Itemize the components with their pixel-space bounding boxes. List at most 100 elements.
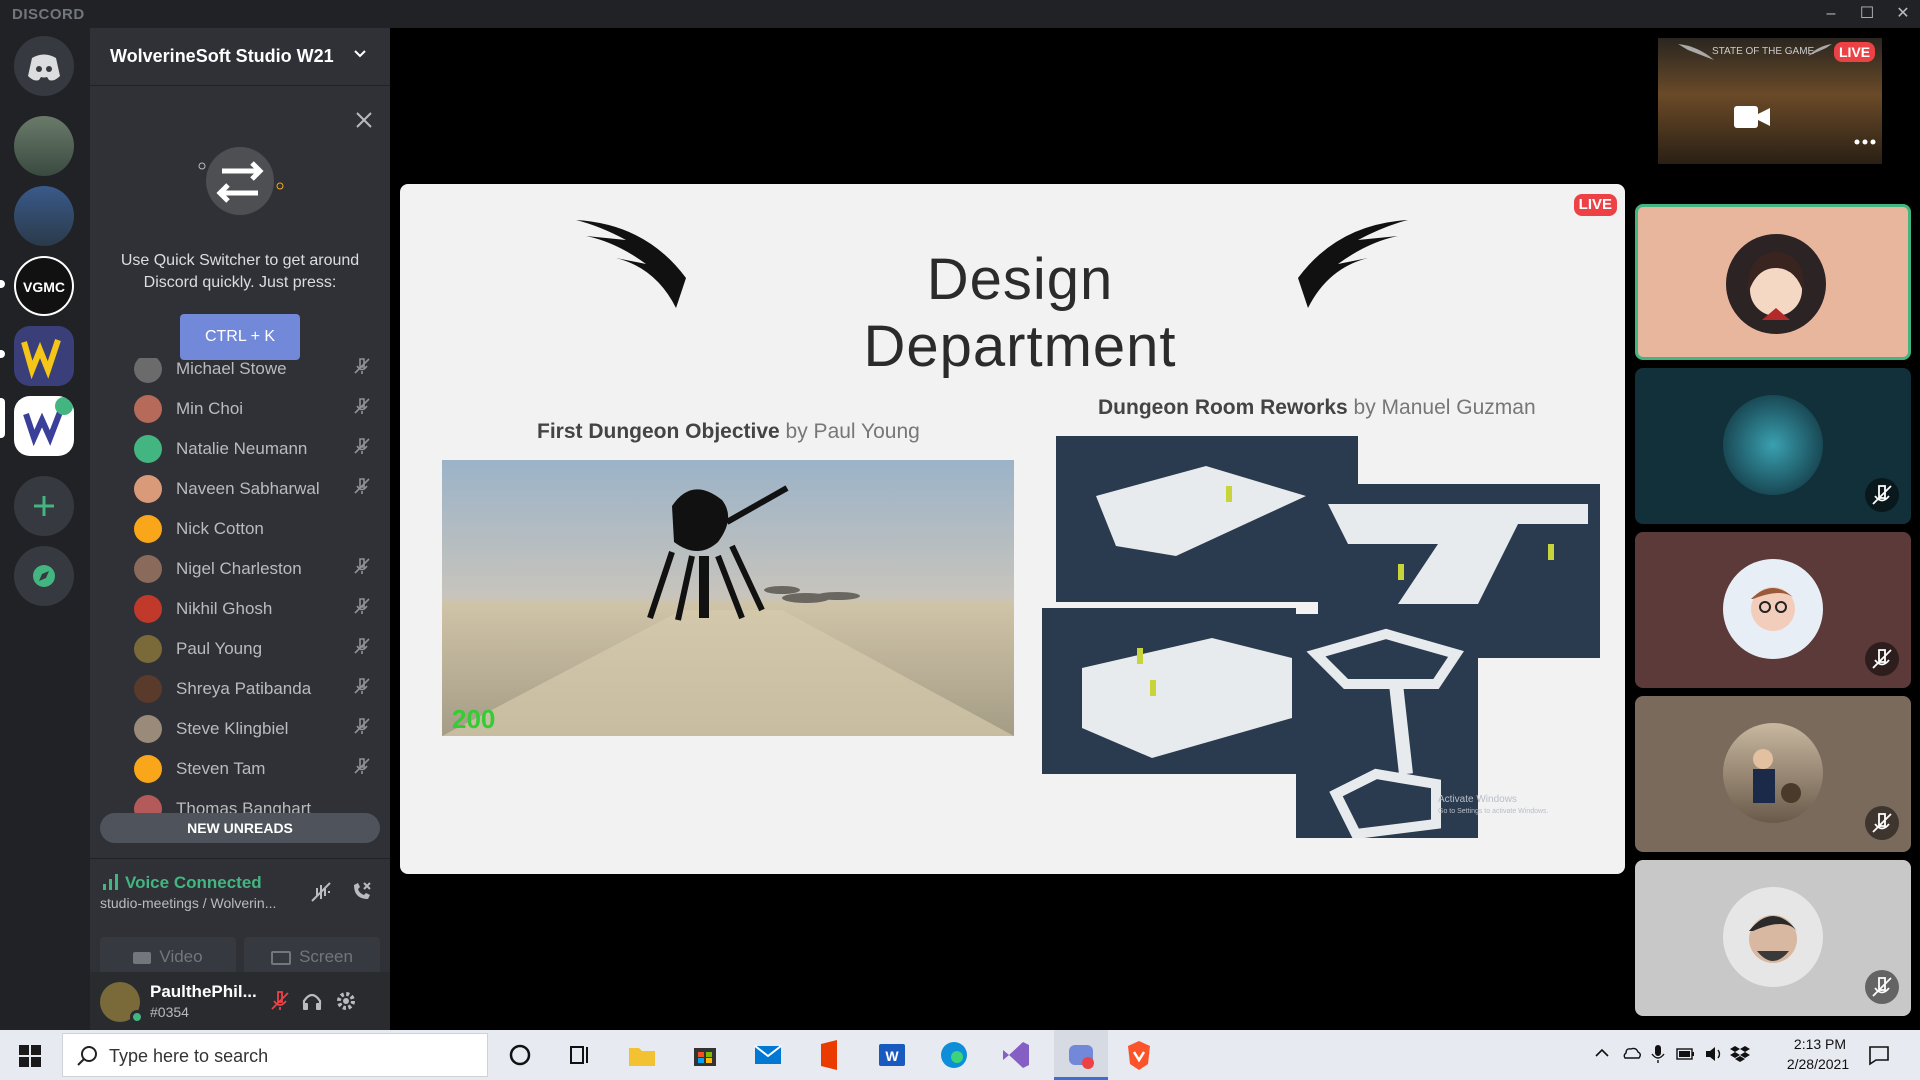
discord-taskbar-button[interactable]: [1054, 1030, 1108, 1080]
minimize-button[interactable]: –: [1816, 2, 1846, 26]
state-of-the-game-stream[interactable]: STATE OF THE GAME LIVE: [1658, 38, 1882, 164]
member-name: Nick Cotton: [176, 519, 264, 538]
wing-right-icon: [1298, 220, 1408, 308]
add-server-button[interactable]: [14, 476, 74, 536]
list-item[interactable]: Nigel Charleston: [134, 548, 374, 588]
participant-tile[interactable]: [1635, 368, 1911, 524]
list-item[interactable]: Paul Young: [134, 628, 374, 668]
server-icon-2[interactable]: [14, 186, 74, 246]
visual-studio-icon[interactable]: [997, 1036, 1035, 1074]
live-badge-small: LIVE: [1834, 42, 1876, 62]
file-explorer-icon[interactable]: [623, 1036, 661, 1074]
onedrive-icon[interactable]: [1622, 1045, 1642, 1061]
microphone-icon[interactable]: [1650, 1044, 1666, 1064]
dropbox-icon[interactable]: [1730, 1044, 1750, 1064]
wing-left-small-icon: [1678, 44, 1714, 60]
user-panel: PaulthePhil... #0354: [90, 972, 390, 1030]
ws-logo-icon: [21, 339, 61, 380]
watermark-line-2: Go to Settings to activate Windows.: [1438, 808, 1549, 815]
disconnect-icon[interactable]: [348, 879, 374, 905]
video-button[interactable]: Video: [100, 937, 236, 977]
game-scene-icon: [442, 485, 1014, 736]
member-name: Natalie Neumann: [176, 439, 308, 458]
gear-icon[interactable]: [334, 989, 358, 1013]
online-status-icon: [130, 1010, 144, 1024]
avatar: [1723, 395, 1823, 495]
participant-tile[interactable]: [1635, 860, 1911, 1016]
windows-start-icon[interactable]: [18, 1044, 42, 1068]
brave-icon[interactable]: [1120, 1036, 1158, 1074]
score-counter: 200: [452, 704, 496, 734]
screen-share-button[interactable]: Screen: [244, 937, 380, 977]
more-options-icon[interactable]: [1854, 138, 1876, 146]
avatar: [134, 755, 162, 783]
cortana-icon[interactable]: [501, 1036, 539, 1074]
edge-icon[interactable]: [935, 1036, 973, 1074]
word-icon[interactable]: W: [873, 1036, 911, 1074]
notifications-icon[interactable]: [1868, 1044, 1890, 1066]
home-button[interactable]: [14, 36, 74, 96]
server-header[interactable]: WolverineSoft Studio W21: [90, 28, 390, 86]
username[interactable]: PaulthePhil...: [150, 982, 257, 1002]
list-item[interactable]: Steven Tam: [134, 748, 374, 788]
server-icon-wolverinesoft[interactable]: [14, 326, 74, 386]
close-button[interactable]: ✕: [1888, 2, 1918, 26]
member-name: Steve Klingbiel: [176, 719, 289, 738]
store-icon[interactable]: [686, 1036, 724, 1074]
voice-channel-name[interactable]: studio-meetings / Wolverin...: [100, 895, 276, 911]
screen-button-label: Screen: [299, 947, 353, 966]
selected-pill: [0, 398, 5, 438]
server-icon-1[interactable]: [14, 116, 74, 176]
list-item[interactable]: Shreya Patibanda: [134, 668, 374, 708]
list-item[interactable]: Naveen Sabharwal: [134, 468, 374, 508]
volume-icon[interactable]: [1704, 1045, 1724, 1063]
avatar: [1726, 234, 1826, 334]
quick-switcher-illustration-icon: [198, 147, 284, 215]
right-caption-title: Dungeon Room Reworks: [1098, 396, 1348, 419]
taskbar-search-input[interactable]: Type here to search: [62, 1033, 488, 1077]
room-render-1: [1056, 436, 1358, 602]
clock-time[interactable]: 2:13 PM: [1780, 1036, 1860, 1052]
member-name: Michael Stowe: [176, 359, 287, 378]
left-slide-caption: First Dungeon Objective by Paul Young: [537, 420, 920, 444]
room-render-3: [1042, 608, 1296, 774]
mic-muted-icon: [354, 478, 370, 494]
server-icon-vgmc[interactable]: VGMC: [14, 256, 74, 316]
mic-muted-icon: [1865, 806, 1899, 840]
office-icon[interactable]: [811, 1036, 849, 1074]
list-item[interactable]: Natalie Neumann: [134, 428, 374, 468]
avatar: [134, 715, 162, 743]
chevron-up-icon[interactable]: [1594, 1045, 1610, 1061]
live-badge: LIVE: [1573, 194, 1617, 216]
signal-icon[interactable]: [102, 873, 120, 891]
app-brand: DISCORD: [12, 6, 85, 23]
list-item[interactable]: Steve Klingbiel: [134, 708, 374, 748]
channel-sidebar: WolverineSoft Studio W21 Use Quick Switc…: [90, 28, 390, 1030]
list-item[interactable]: Michael Stowe: [134, 358, 374, 388]
participant-tile[interactable]: [1635, 696, 1911, 852]
server-icon-active[interactable]: [14, 396, 74, 456]
right-caption-author: by Manuel Guzman: [1353, 396, 1536, 419]
close-icon[interactable]: [352, 108, 376, 132]
list-item[interactable]: Nikhil Ghosh: [134, 588, 374, 628]
list-item[interactable]: Min Choi: [134, 388, 374, 428]
mic-muted-icon[interactable]: [268, 989, 292, 1013]
user-tag: #0354: [150, 1004, 189, 1020]
explore-servers-button[interactable]: [14, 546, 74, 606]
mic-muted-icon: [354, 678, 370, 694]
new-unreads-button[interactable]: NEW UNREADS: [100, 813, 380, 843]
maximize-button[interactable]: ☐: [1852, 2, 1882, 26]
avatar: [134, 395, 162, 423]
mail-icon[interactable]: [749, 1036, 787, 1074]
noise-suppression-icon[interactable]: [308, 879, 334, 905]
list-item[interactable]: Nick Cotton: [134, 508, 374, 548]
compass-icon: [33, 565, 55, 587]
participant-tile[interactable]: [1635, 532, 1911, 688]
screen-share-stream[interactable]: LIVE Design Department First Dungeon Obj…: [400, 184, 1625, 874]
participant-tile[interactable]: [1635, 204, 1911, 360]
headphones-icon[interactable]: [300, 989, 324, 1013]
quick-switcher-shortcut-button[interactable]: CTRL + K: [180, 314, 300, 360]
clock-date[interactable]: 2/28/2021: [1770, 1056, 1866, 1072]
battery-icon[interactable]: [1676, 1046, 1696, 1062]
task-view-icon[interactable]: [561, 1036, 599, 1074]
